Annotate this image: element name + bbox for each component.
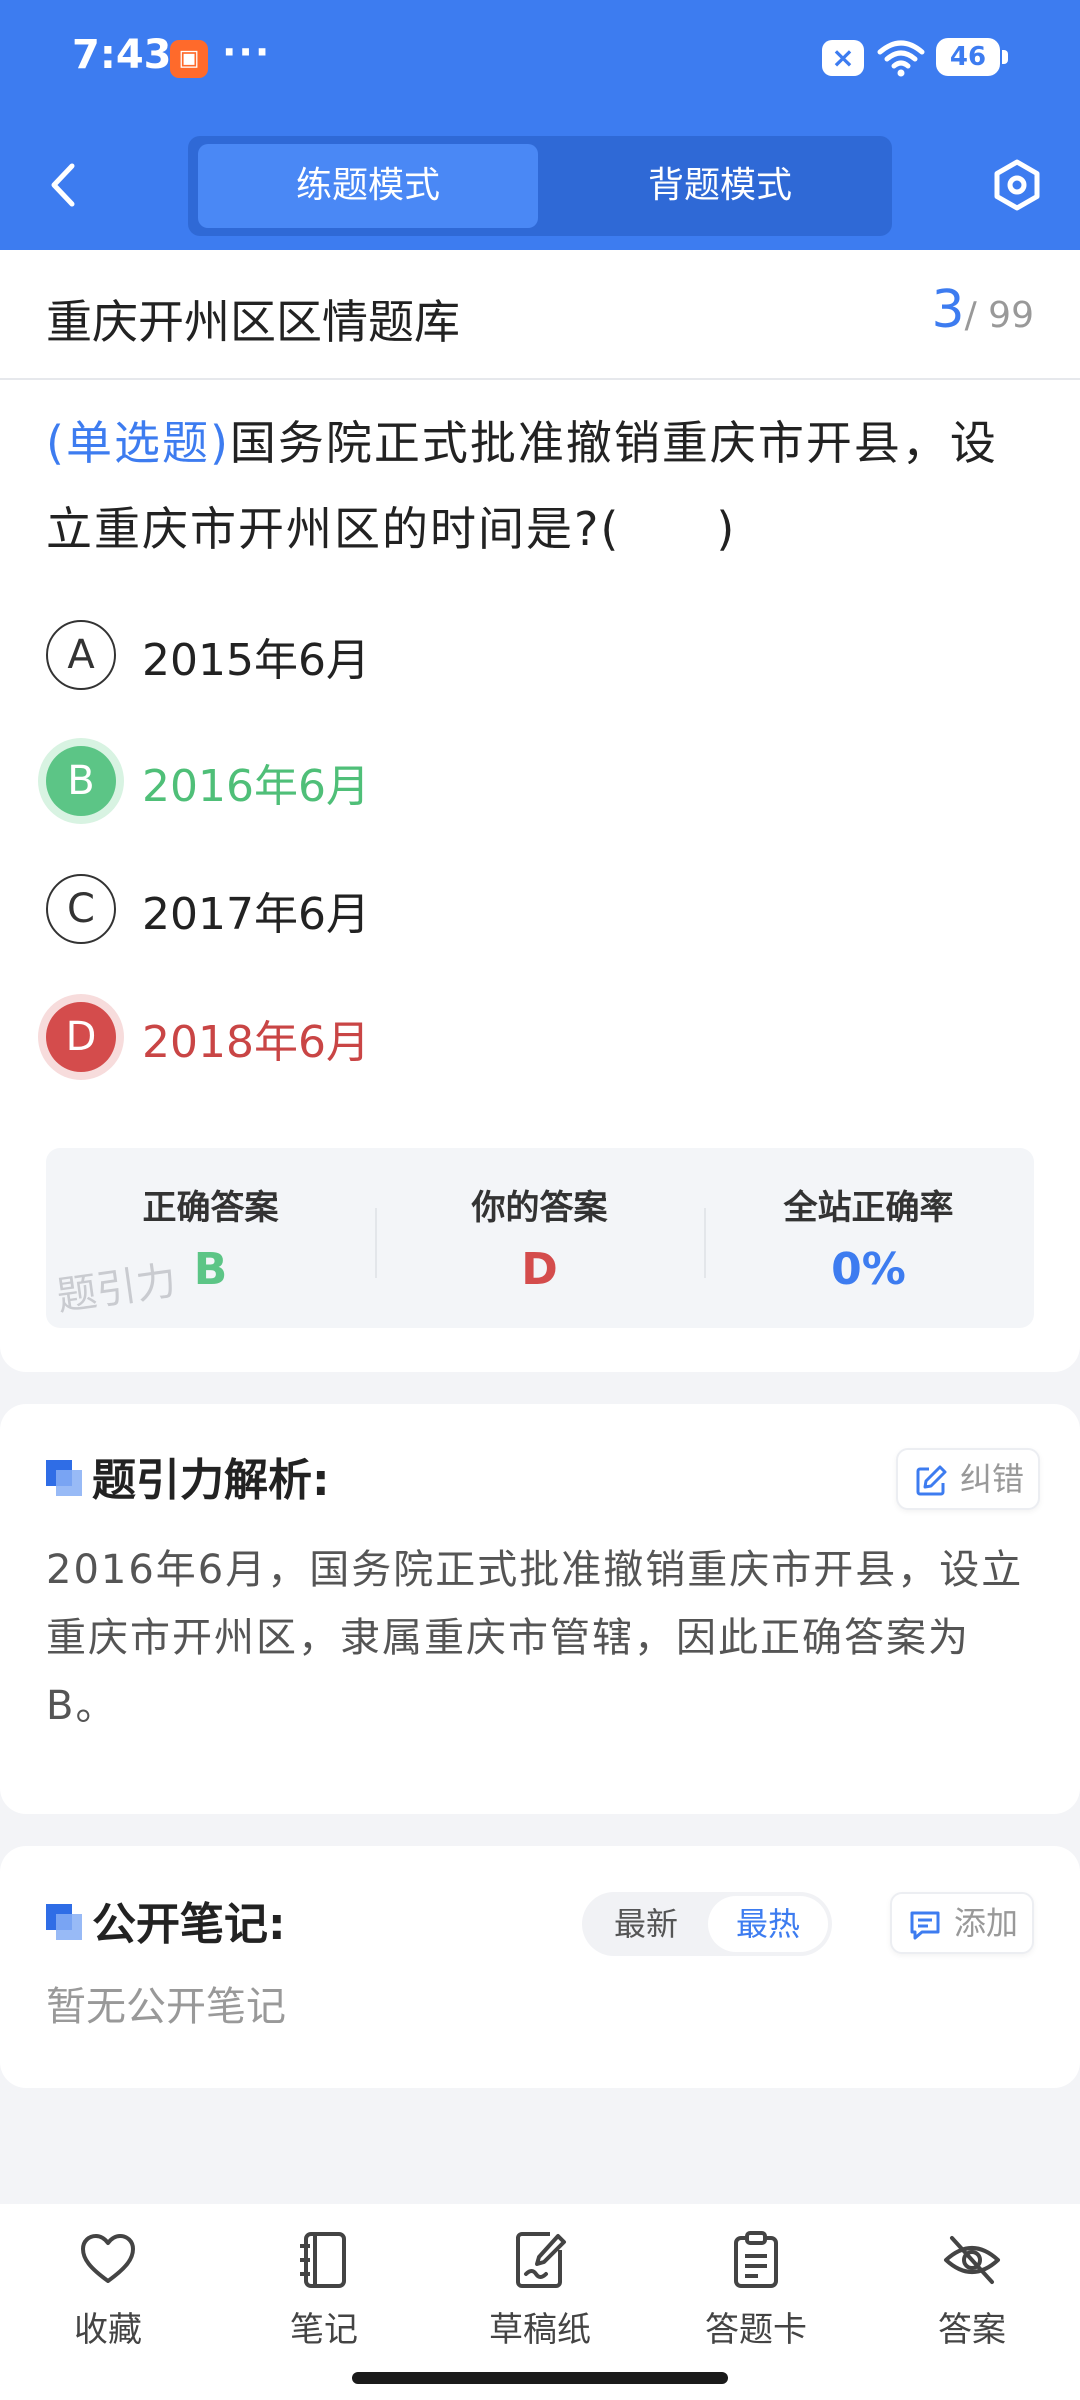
option-text: 2018年6月 [142,1017,370,1068]
current-question-number: 3 [931,280,965,340]
notes-button[interactable]: 笔记 [234,2230,414,2360]
notification-app-icon: ▣ [170,40,208,78]
back-arrow-icon[interactable] [44,160,84,210]
page-title: 重庆开州区区情题库 [46,295,460,349]
edit-icon [916,1465,947,1496]
sort-hottest[interactable]: 最热 [708,1896,828,1952]
add-note-button[interactable]: 添加 [890,1892,1035,1954]
report-error-label: 纠错 [960,1460,1025,1498]
your-answer-value: D [521,1244,558,1295]
battery-icon: 46 [936,38,1008,76]
option-letter: D [46,1002,116,1072]
more-notifications-icon: ··· [222,30,272,74]
eye-off-icon [944,2236,1000,2284]
toggle-answer-button[interactable]: 答案 [882,2230,1062,2360]
option-text: 2016年6月 [142,761,370,812]
option-text: 2017年6月 [142,889,370,940]
toggle-answer-label: 答案 [938,2310,1006,2350]
site-accuracy-value: 0% [831,1244,906,1295]
tab-practice-mode[interactable]: 练题模式 [198,144,538,228]
analysis-card: 题引力解析: 纠错 2016年6月，国务院正式批准撤销重庆市开县，设立重庆市开州… [0,1404,1080,1814]
notes-title: 公开笔记: [92,1899,286,1950]
answer-summary: 正确答案 B 你的答案 D 全站正确率 0% 题引力 [46,1148,1034,1328]
mode-switch: 练题模式 背题模式 [188,136,892,236]
heart-icon [81,2234,135,2283]
total-questions: / 99 [964,295,1034,336]
add-note-label: 添加 [954,1904,1019,1942]
bank-title-row: 重庆开州区区情题库 3/ 99 [0,250,1080,380]
notebook-icon [300,2232,346,2288]
section-icon [46,1904,82,1940]
app-header: 7:43 ▣ ··· × 46 练题模式 背题模式 [0,0,1080,250]
home-indicator[interactable] [352,2372,728,2384]
answer-card-label: 答题卡 [705,2310,807,2350]
correct-answer-label: 正确答案 [142,1188,279,1228]
notes-card: 公开笔记: 最新 最热 添加 暂无公开笔记 [0,1846,1080,2088]
your-answer: 你的答案 D [375,1148,704,1328]
comment-icon [910,1911,940,1940]
notes-sort-toggle: 最新 最热 [582,1892,832,1956]
analysis-title: 题引力解析: [92,1455,330,1506]
settings-icon[interactable] [990,158,1044,212]
tab-memorize-mode[interactable]: 背题模式 [550,144,890,228]
empty-notes-text: 暂无公开笔记 [46,1984,286,2030]
status-time: 7:43 [72,32,172,78]
wifi-icon [877,40,925,77]
question-text: (单选题)国务院正式批准撤销重庆市开县，设立重庆市开州区的时间是?( ) [46,400,1036,572]
no-sim-icon: × [822,40,864,76]
option-letter: A [46,620,116,690]
option-letter: B [46,746,116,816]
sort-latest[interactable]: 最新 [586,1896,706,1952]
site-accuracy-label: 全站正确率 [783,1188,954,1228]
option-letter: C [46,874,116,944]
bottom-toolbar: 收藏 笔记 草稿纸 答题卡 答案 [0,2204,1080,2400]
notes-label: 笔记 [290,2310,358,2350]
favorite-label: 收藏 [74,2310,142,2350]
report-error-button[interactable]: 纠错 [896,1448,1041,1510]
your-answer-label: 你的答案 [471,1188,608,1228]
question-counter: 3/ 99 [932,280,1034,340]
answer-card-icon [734,2231,778,2288]
option-text: 2015年6月 [142,635,370,686]
section-icon [46,1460,82,1496]
draft-paper-button[interactable]: 草稿纸 [450,2230,630,2360]
question-type: (单选题) [46,416,230,470]
question-card: 重庆开州区区情题库 3/ 99 (单选题)国务院正式批准撤销重庆市开县，设立重庆… [0,250,1080,1372]
draft-paper-icon [516,2232,566,2288]
answer-card-button[interactable]: 答题卡 [666,2230,846,2360]
site-accuracy: 全站正确率 0% [704,1148,1033,1328]
status-bar: 7:43 ▣ ··· × 46 [0,0,1080,120]
analysis-text: 2016年6月，国务院正式批准撤销重庆市开县，设立重庆市开州区，隶属重庆市管辖，… [46,1547,1024,1729]
favorite-button[interactable]: 收藏 [18,2230,198,2360]
draft-paper-label: 草稿纸 [489,2310,591,2350]
